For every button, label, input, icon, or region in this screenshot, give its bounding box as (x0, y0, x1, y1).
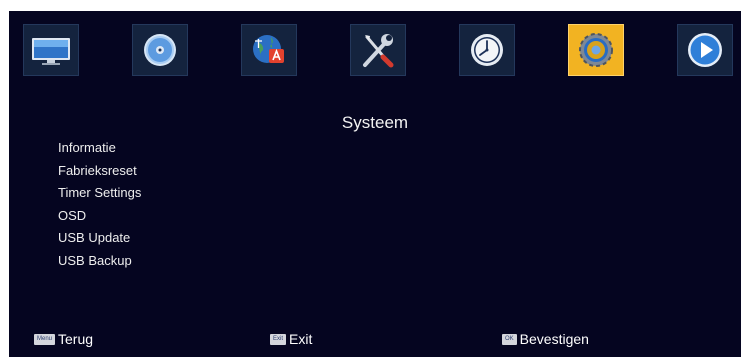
menu-item-osd[interactable]: OSD (58, 205, 141, 228)
osd-screen: Systeem Informatie Fabrieksreset Timer S… (9, 11, 741, 357)
disc-icon (144, 34, 176, 66)
tile-system[interactable] (568, 24, 624, 76)
tile-disc[interactable] (132, 24, 188, 76)
tile-tv[interactable] (23, 24, 79, 76)
tile-tools[interactable] (350, 24, 406, 76)
system-gear-icon (579, 33, 613, 67)
menu-item-usb-backup[interactable]: USB Backup (58, 250, 141, 273)
language-globe-icon (253, 35, 284, 63)
system-menu: Informatie Fabrieksreset Timer Settings … (58, 137, 141, 273)
tile-play[interactable] (677, 24, 733, 76)
tile-language[interactable] (241, 24, 297, 76)
back-label: Terug (58, 331, 94, 347)
tools-icon (363, 34, 394, 68)
clock-icon (471, 34, 503, 66)
exit-label: Exit (289, 331, 313, 347)
top-icon-bar (9, 11, 741, 85)
menu-item-timer-settings[interactable]: Timer Settings (58, 182, 141, 205)
confirm-label: Bevestigen (519, 331, 589, 347)
ok-key-badge: OK (502, 333, 517, 345)
tile-clock[interactable] (459, 24, 515, 76)
page-title: Systeem (341, 113, 409, 132)
play-icon (688, 33, 722, 67)
menu-item-fabrieksreset[interactable]: Fabrieksreset (58, 160, 141, 183)
exit-hint[interactable]: Exit Exit (270, 331, 312, 347)
confirm-hint[interactable]: OK Bevestigen (502, 331, 589, 347)
menu-item-informatie[interactable]: Informatie (58, 137, 141, 160)
footer-hints: Menu Terug Exit Exit OK Bevestigen (9, 331, 741, 353)
menu-key-badge: Menu (34, 333, 56, 345)
exit-key-badge: Exit (270, 333, 287, 345)
menu-item-usb-update[interactable]: USB Update (58, 227, 141, 250)
tv-icon (32, 38, 70, 65)
back-hint[interactable]: Menu Terug (34, 331, 93, 347)
